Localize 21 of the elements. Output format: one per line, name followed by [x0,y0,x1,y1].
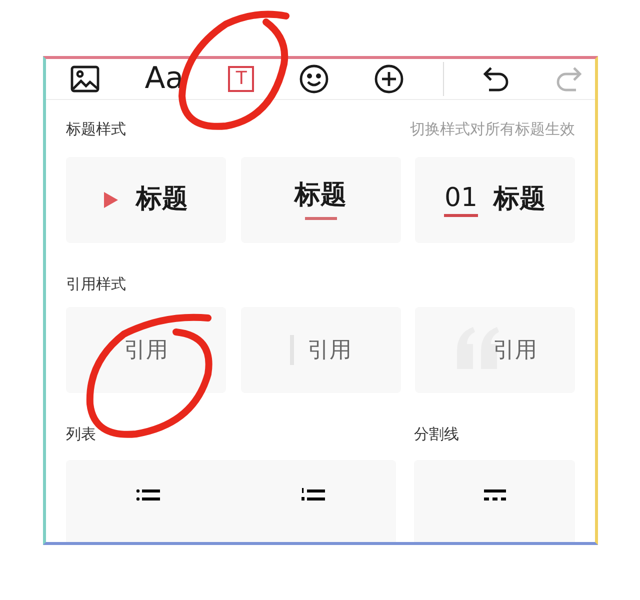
section-title: 分割线 [414,424,460,445]
section-title: 标题样式 [66,119,126,140]
heading-number: 01 [444,182,478,218]
section-hint: 切换样式对所有标题生效 [410,119,575,140]
font-button[interactable]: Aa [138,59,190,99]
heading-label: 标题 [136,183,188,216]
quote-style-card[interactable]: 引用 [415,307,575,393]
quote-label: 引用 [124,336,168,364]
triangle-icon [104,192,118,208]
heading-style-card[interactable]: 标题 [66,156,226,242]
heading-label: 标题 [494,183,546,216]
quote-label: 引用 [308,336,352,364]
underline-mark [304,217,336,220]
section-title: 引用样式 [66,274,127,294]
heading-style-card[interactable]: 标题 [240,156,400,242]
section-title: 列表 [66,424,97,445]
heading-label: 标题 [294,178,346,212]
text-style-button[interactable]: T [222,59,260,99]
quote-label: 引用 [493,336,537,364]
heading-style-card[interactable]: 01 标题 [415,156,575,242]
quote-style-card[interactable]: 引用 [240,307,400,393]
